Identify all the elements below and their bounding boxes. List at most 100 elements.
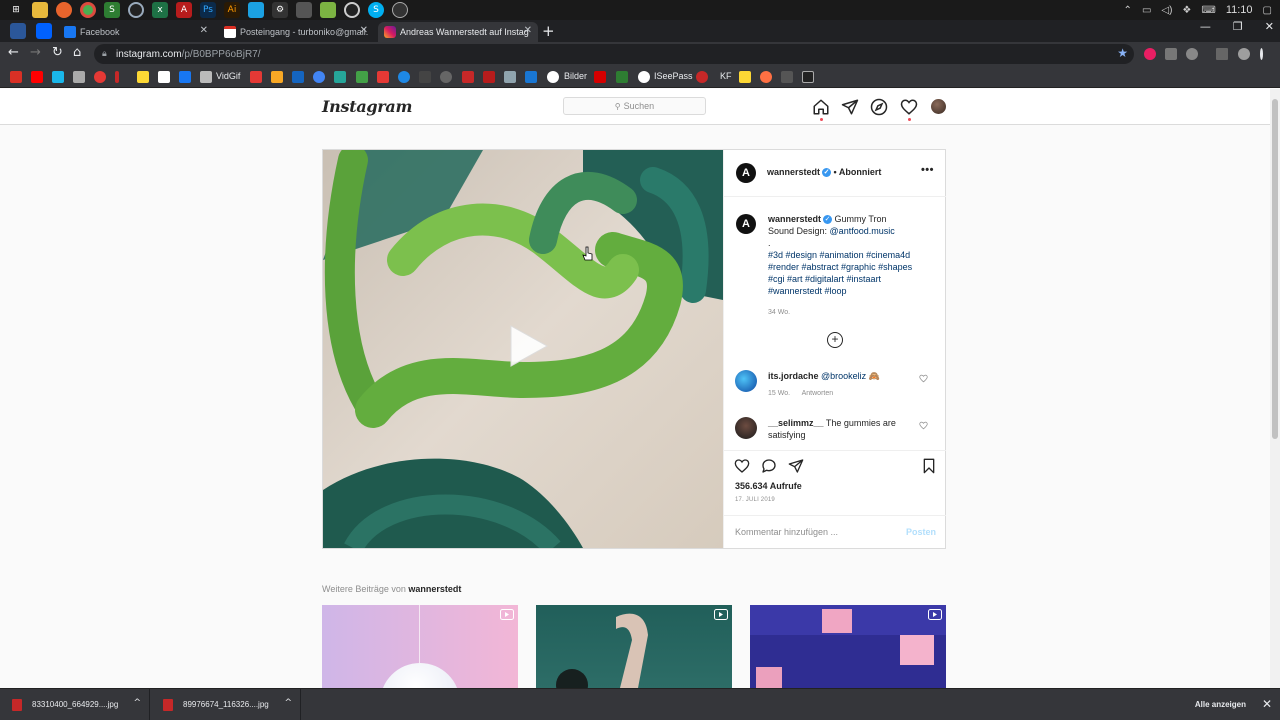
direct-message-icon[interactable] xyxy=(841,98,859,116)
youtube-bookmark-icon[interactable] xyxy=(31,71,43,83)
home-icon[interactable] xyxy=(812,98,830,116)
author-username[interactable]: wannerstedt xyxy=(767,167,820,177)
more-post-thumbnail[interactable] xyxy=(322,605,518,688)
pinned-tab-dropbox[interactable] xyxy=(36,23,52,39)
explore-icon[interactable] xyxy=(870,98,888,116)
bookmark-icon[interactable] xyxy=(398,71,410,83)
comment-input[interactable]: Kommentar hinzufügen ... xyxy=(735,527,838,537)
comment-like-icon[interactable] xyxy=(919,374,928,383)
commenter-avatar[interactable] xyxy=(735,370,757,392)
dropbox-tray-icon[interactable]: ❖ xyxy=(1182,5,1191,16)
caption-time[interactable]: 34 Wo. xyxy=(768,307,938,319)
chrome-icon[interactable] xyxy=(80,2,96,18)
page-scrollbar[interactable] xyxy=(1270,89,1280,688)
bookmark-icon[interactable] xyxy=(292,71,304,83)
address-bar[interactable]: 🔒︎ instagram.com/p/B0BPP6oBjR7/ ★ xyxy=(94,44,1134,64)
google-bookmark-icon[interactable] xyxy=(313,71,325,83)
bookmark-icon[interactable] xyxy=(760,71,772,83)
vidgif-bookmark-icon[interactable] xyxy=(200,71,212,83)
file-explorer-icon[interactable] xyxy=(32,2,48,18)
bookmark-label[interactable]: KF xyxy=(720,71,732,81)
volume-icon[interactable]: ◁) xyxy=(1161,5,1172,16)
new-tab-button[interactable]: + xyxy=(542,22,555,40)
comment-time[interactable]: 15 Wo. xyxy=(768,390,790,397)
bookmark-icon[interactable] xyxy=(271,71,283,83)
map-icon[interactable] xyxy=(320,2,336,18)
photoshop-icon[interactable]: Ps xyxy=(200,2,216,18)
facebook-bookmark-icon[interactable] xyxy=(179,71,191,83)
view-count[interactable]: 356.634 Aufrufe xyxy=(735,481,802,491)
skype-icon[interactable]: S xyxy=(368,2,384,18)
bookmark-icon[interactable] xyxy=(440,71,452,83)
download-item[interactable]: 89976674_116326....jpg ^ xyxy=(151,689,301,720)
windows-icon[interactable]: ⊞ xyxy=(8,2,24,18)
bookmark-icon[interactable] xyxy=(616,71,628,83)
comment-mention[interactable]: @brookeliz xyxy=(821,371,866,381)
activity-heart-icon[interactable] xyxy=(900,98,918,116)
iseepass-icon[interactable] xyxy=(638,71,650,83)
reply-button[interactable]: Antworten xyxy=(802,390,834,397)
stash-icon[interactable]: S xyxy=(104,2,120,18)
like-heart-icon[interactable] xyxy=(734,458,750,474)
notification-center-icon[interactable]: ▢ xyxy=(1263,5,1272,16)
post-comment-button[interactable]: Posten xyxy=(906,527,936,537)
bookmark-icon[interactable] xyxy=(250,71,262,83)
extension-icon[interactable] xyxy=(1144,48,1156,60)
bookmark-star-icon[interactable]: ★ xyxy=(1117,46,1128,60)
opera-icon[interactable] xyxy=(128,2,144,18)
close-icon[interactable]: ✕ xyxy=(1262,697,1272,711)
minimize-icon[interactable]: — xyxy=(1200,20,1211,40)
bookmark-label[interactable]: ISeePass xyxy=(654,71,693,81)
bookmark-icon[interactable] xyxy=(158,71,170,83)
save-bookmark-icon[interactable] xyxy=(921,458,937,474)
caption-username[interactable]: wannerstedt xyxy=(768,214,821,224)
post-video[interactable] xyxy=(323,150,723,548)
more-posts-username[interactable]: wannerstedt xyxy=(408,584,461,594)
lock-icon[interactable]: 🔒︎ xyxy=(102,48,107,59)
network-icon[interactable]: ▭ xyxy=(1142,5,1151,16)
share-icon[interactable] xyxy=(788,458,804,474)
commenter-avatar[interactable] xyxy=(735,417,757,439)
keyboard-icon[interactable]: ⌨ xyxy=(1201,5,1215,16)
play-icon[interactable] xyxy=(503,322,551,370)
profile-avatar[interactable] xyxy=(931,99,946,114)
instagram-logo[interactable]: Instagram xyxy=(322,97,412,116)
scrollbar-thumb[interactable] xyxy=(1272,99,1278,439)
post-date[interactable]: 17. JULI 2019 xyxy=(735,497,775,503)
acrobat-icon[interactable]: A xyxy=(176,2,192,18)
bookmark-label[interactable]: VidGif xyxy=(216,71,240,81)
chevron-up-icon[interactable]: ^ xyxy=(284,698,292,708)
bookmark-icon[interactable] xyxy=(594,71,606,83)
close-icon[interactable]: ✕ xyxy=(200,25,208,36)
bookmark-icon[interactable] xyxy=(483,71,495,83)
bookmark-icon[interactable] xyxy=(802,71,814,83)
bookmark-icon[interactable] xyxy=(356,71,368,83)
more-post-thumbnail[interactable] xyxy=(750,605,946,688)
bookmark-icon[interactable] xyxy=(73,71,85,83)
show-all-downloads-button[interactable]: Alle anzeigen xyxy=(1195,700,1246,709)
tab-gmail[interactable]: Posteingang - turboniko@gmail. ✕ xyxy=(218,22,374,42)
bookmark-icon[interactable] xyxy=(94,71,106,83)
extension-icon[interactable] xyxy=(1186,48,1198,60)
download-item[interactable]: 83310400_664929....jpg ^ xyxy=(0,689,150,720)
commenter-username[interactable]: its.jordache xyxy=(768,371,819,381)
reload-icon[interactable]: ↻ xyxy=(52,45,63,60)
more-post-thumbnail[interactable] xyxy=(536,605,732,688)
caption-hashtags[interactable]: #3d #design #animation #cinema4d xyxy=(768,250,910,260)
menu-dots-icon[interactable] xyxy=(1260,48,1263,60)
more-options-icon[interactable]: ••• xyxy=(921,164,934,176)
google-images-icon[interactable] xyxy=(547,71,559,83)
search-input[interactable]: ⚲ Suchen xyxy=(563,97,706,115)
extension-icon[interactable] xyxy=(1165,48,1177,60)
pinned-tab-outlook[interactable] xyxy=(10,23,26,39)
home-icon[interactable]: ⌂ xyxy=(73,45,81,60)
author-avatar[interactable]: A xyxy=(736,214,756,234)
close-icon[interactable]: ✕ xyxy=(360,25,368,36)
excel-icon[interactable]: x xyxy=(152,2,168,18)
gmail-bookmark-icon[interactable] xyxy=(10,71,22,83)
obs-icon[interactable] xyxy=(392,2,408,18)
firefox-icon[interactable] xyxy=(56,2,72,18)
close-icon[interactable]: ✕ xyxy=(524,25,532,36)
caption-hashtags[interactable]: #render #abstract #graphic #shapes xyxy=(768,262,912,272)
comment-bubble-icon[interactable] xyxy=(761,458,777,474)
